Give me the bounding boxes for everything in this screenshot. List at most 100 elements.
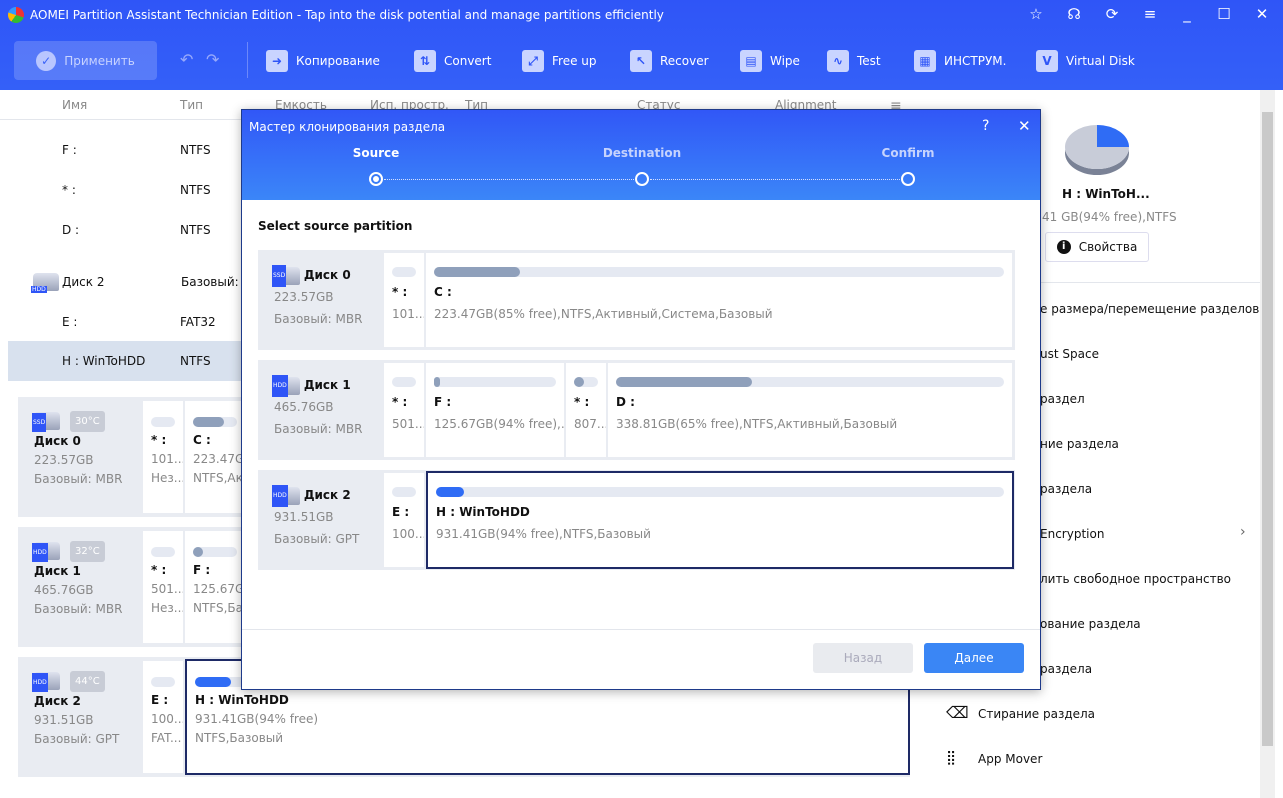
eraser-icon: ⌫ (946, 703, 969, 722)
free-up-button[interactable]: ⤢ Free up (522, 50, 597, 72)
source-disk-card: Диск 2 931.51GB Базовый: GPT E : 100.... H … (258, 470, 1015, 570)
partition-option[interactable]: * : 101.... (384, 253, 424, 347)
source-disk-card: Диск 0 223.57GB Базовый: MBR * : 101.... C … (258, 250, 1015, 350)
menu-partition-item[interactable]: раздел (1040, 392, 1283, 406)
properties-button[interactable]: i Свойства (1045, 232, 1149, 262)
disk-type: Базовый: MBR (34, 472, 123, 486)
step-source: Source (352, 146, 400, 160)
section-heading: Select source partition (258, 219, 413, 233)
refresh-icon[interactable]: ⟳ (1102, 5, 1122, 23)
disk-name: Диск 0 (34, 434, 81, 448)
window-title: AOMEI Partition Assistant Technician Edi… (30, 8, 664, 22)
maximize-icon[interactable]: ☐ (1214, 5, 1234, 23)
disk-name: Диск 1 (34, 564, 81, 578)
partition-block[interactable]: C : 223.47GB NTFS,Ак (185, 401, 245, 513)
partition-info: NTFS,Базовый (195, 731, 284, 745)
menu-resize-move[interactable]: е размера/перемещение разделов (1040, 302, 1283, 316)
scrollbar-thumb[interactable] (1262, 112, 1273, 746)
partition-info: FAT... (151, 731, 182, 745)
convert-button[interactable]: ⇅ Convert (414, 50, 491, 72)
step-connector (384, 179, 634, 180)
headset-icon[interactable]: ☊ (1064, 5, 1084, 23)
partition-block[interactable]: F : 125.67GB NTFS,Ба (185, 531, 245, 643)
disk-type: Базовый: MBR (274, 312, 363, 326)
partition-size: 501.... (151, 582, 183, 596)
menu-wipe-partition[interactable]: Стирание раздела (978, 707, 1283, 721)
hdd-icon (31, 273, 59, 293)
hdd-icon (272, 484, 300, 507)
copy-icon: ➜ (266, 50, 288, 72)
partition-block[interactable]: * : 501.... Нез... (143, 531, 183, 643)
partition-info: 125.67GB(94% free),... (434, 417, 564, 431)
row-name: Диск 2 (62, 275, 105, 289)
partition-size: 931.41GB(94% free) (195, 712, 319, 726)
partition-label: C : (434, 285, 452, 299)
disk-name: Диск 1 (303, 378, 351, 392)
partition-option[interactable]: * : 807.... (566, 363, 606, 457)
menu-partition-item[interactable]: раздела (1040, 662, 1283, 676)
menu-partition-item[interactable]: ование раздела (1040, 617, 1283, 631)
test-button[interactable]: ∿ Test (827, 50, 881, 72)
apply-button[interactable]: ✓ Применить (14, 41, 157, 80)
col-name[interactable]: Имя (62, 98, 87, 112)
row-name: H : WinToHDD (62, 354, 146, 368)
redo-icon[interactable]: ↷ (206, 50, 219, 69)
disk-name: Диск 2 (34, 694, 81, 708)
disk-type: Базовый: GPT (274, 532, 360, 546)
partition-option[interactable]: * : 501.... (384, 363, 424, 457)
partition-info: Нез... (151, 471, 183, 485)
virtual-disk-icon: V (1036, 50, 1058, 72)
apply-label: Применить (64, 53, 135, 68)
disk-type: Базовый: GPT (34, 732, 120, 746)
convert-label: Convert (444, 54, 492, 68)
menu-adjust-space[interactable]: ust Space (1040, 347, 1283, 361)
virtual-disk-button[interactable]: V Virtual Disk (1036, 50, 1135, 72)
col-type[interactable]: Тип (180, 98, 203, 112)
menu-partition-item[interactable]: раздела (1040, 482, 1283, 496)
menu-app-mover[interactable]: App Mover (978, 752, 1283, 766)
row-type: NTFS (180, 183, 211, 197)
dialog-title: Мастер клонирования раздела (249, 120, 446, 134)
undo-icon[interactable]: ↶ (180, 50, 193, 69)
close-icon[interactable]: ✕ (1252, 5, 1272, 23)
tools-icon: ▦ (914, 50, 936, 72)
partition-option[interactable]: E : 100.... (384, 473, 424, 567)
menu-partition-item[interactable]: ние раздела (1040, 437, 1283, 451)
disk-name: Диск 2 (303, 488, 351, 502)
step-destination: Destination (602, 146, 682, 160)
partition-option[interactable]: D : 338.81GB(65% free),NTFS,Активный,Базо… (608, 363, 1012, 457)
partition-option[interactable]: C : 223.47GB(85% free),NTFS,Активный,Сист… (426, 253, 1012, 347)
partition-option-selected[interactable]: H : WinToHDD 931.41GB(94% free),NTFS,Базо… (426, 471, 1014, 569)
tools-button[interactable]: ▦ ИНСТРУМ. (914, 50, 1006, 72)
menu-allocate-free-space[interactable]: лить свободное пространство (1040, 572, 1283, 586)
clone-partition-dialog: Мастер клонирования раздела ? ✕ Source D… (241, 109, 1041, 690)
app-mover-icon: ⣿ (946, 750, 957, 766)
scrollbar[interactable] (1260, 90, 1275, 798)
ssd-icon (272, 264, 300, 287)
wipe-button[interactable]: ▤ Wipe (740, 50, 800, 72)
back-button[interactable]: Назад (813, 643, 913, 673)
menu-encryption[interactable]: Encryption (1040, 527, 1240, 541)
help-icon[interactable]: ? (982, 118, 989, 134)
partition-size: 101.... (151, 452, 183, 466)
row-type: Базовый: (181, 275, 239, 289)
partition-size: 223.47GB (193, 452, 245, 466)
partition-block[interactable]: * : 101.... Нез... (143, 401, 183, 513)
copy-button[interactable]: ➜ Копирование (266, 50, 380, 72)
row-type: NTFS (180, 354, 211, 368)
star-icon[interactable]: ☆ (1026, 5, 1046, 23)
disk-size: 223.57GB (274, 290, 334, 304)
next-button[interactable]: Далее (924, 643, 1024, 673)
minimize-icon[interactable]: _ (1177, 5, 1197, 23)
close-icon[interactable]: ✕ (1018, 117, 1031, 135)
partition-block[interactable]: E : 100.... FAT... (143, 661, 183, 773)
virtual-disk-label: Virtual Disk (1066, 54, 1135, 68)
partition-option[interactable]: F : 125.67GB(94% free),... (426, 363, 564, 457)
hdd-icon (32, 671, 60, 692)
properties-label: Свойства (1078, 240, 1138, 254)
partition-label: * : (392, 285, 408, 299)
menu-icon[interactable]: ≡ (1140, 5, 1160, 23)
partition-info: 223.47GB(85% free),NTFS,Активный,Система… (434, 307, 773, 321)
recover-button[interactable]: ↖ Recover (630, 50, 709, 72)
wipe-label: Wipe (770, 54, 800, 68)
